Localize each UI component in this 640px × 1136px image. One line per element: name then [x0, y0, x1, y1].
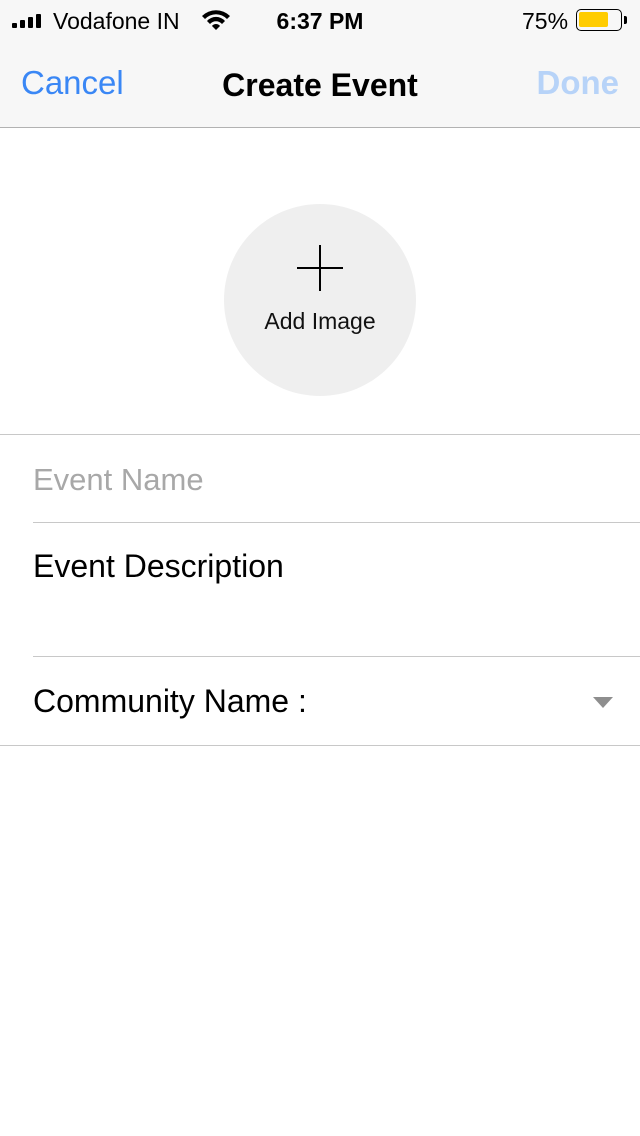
status-bar: Vodafone IN 6:37 PM 75% [0, 0, 640, 40]
done-button[interactable]: Done [537, 64, 620, 102]
add-image-label: Add Image [264, 308, 376, 334]
add-image-button[interactable]: Add Image [224, 204, 416, 396]
battery-icon [576, 9, 622, 31]
navigation-bar: Cancel Create Event Done [0, 40, 640, 128]
event-name-input[interactable] [33, 456, 613, 504]
plus-icon [297, 245, 343, 291]
community-name-dropdown[interactable]: Community Name : [0, 657, 640, 745]
divider [33, 522, 640, 523]
battery-level-fill [579, 12, 608, 27]
community-name-label: Community Name : [33, 683, 307, 719]
chevron-down-icon [593, 697, 613, 708]
battery-tip [624, 16, 627, 24]
divider [0, 434, 640, 435]
event-description-field[interactable]: Event Description [33, 548, 284, 585]
divider [0, 745, 640, 746]
battery-percentage: 75% [522, 8, 569, 34]
